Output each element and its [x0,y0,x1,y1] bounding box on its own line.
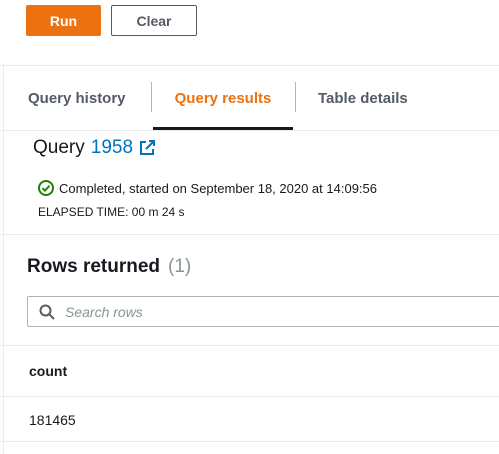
tab-query-history[interactable]: Query history [28,66,126,130]
divider [0,441,499,442]
tab-query-results[interactable]: Query results [153,66,293,130]
elapsed-time: ELAPSED TIME: 00 m 24 s [38,205,185,219]
query-status: Completed, started on September 18, 2020… [38,180,377,196]
divider [0,396,499,397]
rows-returned-label: Rows returned [27,256,161,277]
search-icon [39,304,55,320]
search-rows-field[interactable] [27,296,499,327]
rows-count: (1) [168,256,192,277]
tab-table-details[interactable]: Table details [318,66,408,130]
rows-returned-heading: Rows returned (1) [27,256,191,278]
divider [0,130,499,131]
divider [0,345,499,346]
query-title: Query 1958 [33,137,156,159]
column-header-count: count [29,363,68,379]
divider [0,234,499,235]
clear-button[interactable]: Clear [111,5,197,36]
tab-separator [295,82,296,112]
tab-separator [151,82,152,112]
table-cell: 181465 [29,412,76,428]
check-circle-icon [38,180,54,196]
run-button[interactable]: Run [26,5,101,36]
search-rows-input[interactable] [65,297,465,326]
query-id-link[interactable]: 1958 [91,137,133,159]
results-tabs: Query history Query results Table detail… [0,66,499,130]
external-link-icon[interactable] [139,140,156,156]
query-title-prefix: Query [33,137,85,158]
status-text: Completed, started on September 18, 2020… [59,180,377,196]
